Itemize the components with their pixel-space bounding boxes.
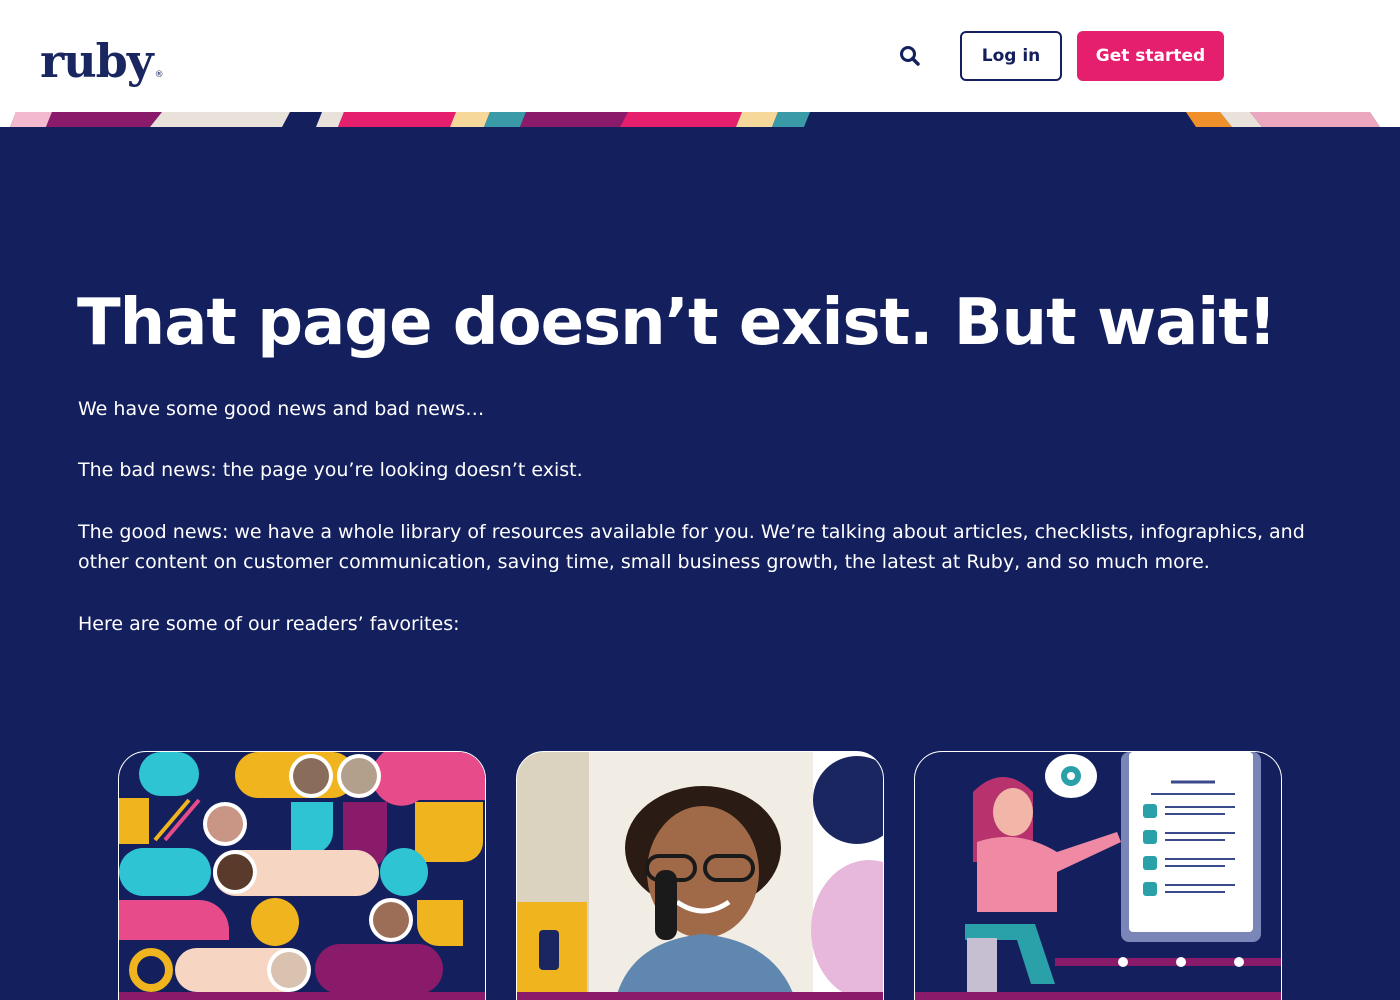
ruby-logo[interactable]: ruby ®: [40, 28, 164, 84]
search-button[interactable]: [896, 42, 924, 70]
login-button[interactable]: Log in: [960, 31, 1062, 81]
card-accent-bar: [119, 992, 485, 1000]
intro-paragraph: We have some good news and bad news…: [78, 398, 485, 420]
get-started-button[interactable]: Get started: [1077, 31, 1224, 81]
card-accent-bar: [517, 992, 883, 1000]
bad-news-paragraph: The bad news: the page you’re looking do…: [78, 459, 583, 481]
favorites-intro: Here are some of our readers’ favorites:: [78, 613, 460, 635]
people-collage-illustration: [119, 752, 485, 1000]
man-on-phone-photo: [517, 752, 883, 1000]
receptionist-checklist-illustration: [915, 752, 1281, 1000]
card-accent-bar: [915, 992, 1281, 1000]
page-title: That page doesn’t exist. But wait!: [77, 286, 1277, 360]
resource-card-collage[interactable]: [118, 751, 486, 1000]
search-icon: [900, 46, 920, 66]
resource-card-phone[interactable]: [516, 751, 884, 1000]
registered-mark: ®: [154, 70, 164, 80]
logo-wordmark: ruby: [40, 34, 154, 88]
site-header: ruby ® Log in Get started: [0, 0, 1400, 112]
decorative-stripe-band: [0, 112, 1400, 127]
good-news-paragraph: The good news: we have a whole library o…: [78, 521, 1305, 573]
resource-card-checklist[interactable]: [914, 751, 1282, 1000]
